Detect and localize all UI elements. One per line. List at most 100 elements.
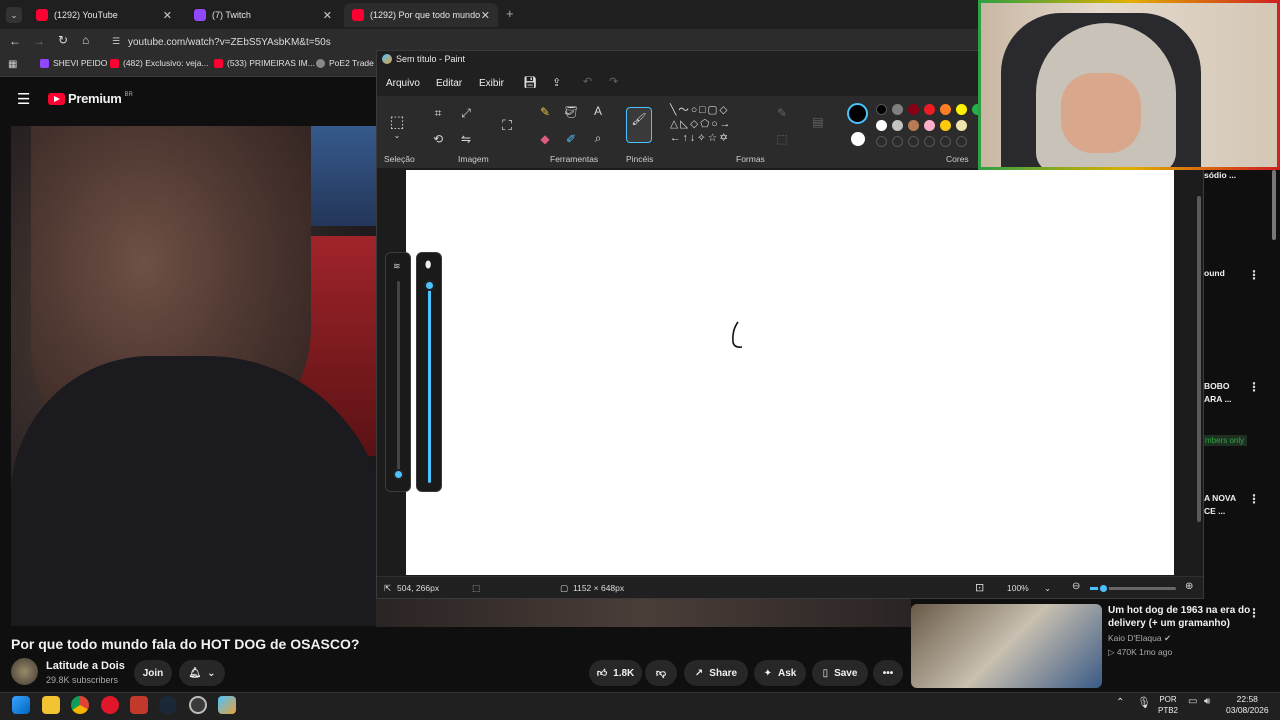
fit-to-window-icon[interactable]: ⊡ <box>975 581 984 594</box>
opacity-slider-thumb[interactable] <box>393 469 404 480</box>
color-swatch-empty[interactable] <box>940 136 951 147</box>
color-swatch-pink[interactable] <box>924 120 935 131</box>
color-swatch-light-yellow[interactable] <box>956 120 967 131</box>
dislike-button[interactable]: 👎︎ <box>645 660 677 686</box>
menu-arquivo[interactable]: Arquivo <box>386 78 420 89</box>
brushes-button[interactable]: 🖌︎ <box>626 107 652 143</box>
color-picker-icon[interactable]: ✐ <box>563 132 579 146</box>
zoom-slider-thumb[interactable] <box>1098 583 1109 594</box>
fill-icon[interactable]: 🪣︎ <box>563 105 579 119</box>
rotate-icon[interactable]: ⟲ <box>430 132 446 146</box>
windows-start-icon[interactable] <box>12 696 30 714</box>
forward-icon[interactable]: → <box>33 34 45 48</box>
more-actions-button[interactable]: ••• <box>873 660 903 686</box>
apps-grid-icon[interactable]: ▦ <box>8 59 17 70</box>
site-info-icon[interactable]: ☰ <box>112 36 120 47</box>
url-field[interactable]: ☰ youtube.com/watch?v=ZEbS5YAsbKM&t=50s <box>108 31 378 53</box>
steam-icon[interactable] <box>159 696 177 714</box>
bookmark-3[interactable]: (533) PRIMEIRAS IM... <box>214 58 315 68</box>
related-video-thumbnail[interactable] <box>911 604 1102 688</box>
color-swatch-orange[interactable] <box>940 104 951 115</box>
tab-twitch[interactable]: (7) Twitch ✕ <box>186 3 340 27</box>
shapes-gallery[interactable]: ╲〜○□▢◇ △◺◇⬠○→ ←↑↓✧☆✡ <box>670 103 762 153</box>
tab-list-chevron-icon[interactable]: ⌄ <box>6 7 22 23</box>
sidebar-video-title[interactable]: ARA ... <box>1204 394 1232 404</box>
youtube-premium-logo[interactable]: Premium BR <box>48 91 133 106</box>
menu-icon[interactable]: ☰ <box>17 90 30 108</box>
tab-current-video[interactable]: (1292) Por que todo mundo fal ✕ <box>344 3 498 27</box>
resize-icon[interactable]: ⤢ <box>458 106 474 121</box>
color-swatch-light-gray[interactable] <box>892 120 903 131</box>
color-swatch-gold[interactable] <box>940 120 951 131</box>
brush-size-slider[interactable]: ⬮ <box>416 252 442 492</box>
outline-icon[interactable]: ✎ <box>774 106 790 120</box>
sidebar-more-icon[interactable]: ⋮ <box>1248 492 1260 506</box>
canvas-scrollbar[interactable] <box>1197 196 1201 522</box>
color-swatch-empty[interactable] <box>956 136 967 147</box>
like-button[interactable]: 👍︎ 1.8K <box>589 660 642 686</box>
volume-icon[interactable]: 🔊︎ <box>1204 696 1210 707</box>
system-clock[interactable]: 22:58 03/08/2026 <box>1226 694 1269 716</box>
zoom-level[interactable]: 100% <box>1007 583 1029 593</box>
close-icon[interactable]: ✕ <box>323 9 332 22</box>
primary-color[interactable] <box>847 103 868 124</box>
reload-icon[interactable]: ↻ <box>58 33 68 47</box>
bookmark-2[interactable]: (482) Exclusivo: veja... <box>110 58 209 68</box>
undo-icon[interactable]: ↶ <box>583 75 592 88</box>
color-swatch-empty[interactable] <box>892 136 903 147</box>
bookmark-4[interactable]: PoE2 Trade - <box>316 58 379 68</box>
new-tab-button[interactable]: + <box>506 6 514 21</box>
ask-button[interactable]: ✦ Ask <box>754 660 806 686</box>
sidebar-more-icon[interactable]: ⋮ <box>1248 380 1260 394</box>
channel-avatar[interactable] <box>11 658 38 685</box>
sidebar-video-title[interactable]: sódio ... <box>1204 170 1236 180</box>
chrome-icon[interactable] <box>71 696 89 714</box>
share-button[interactable]: ↗ Share <box>684 660 748 686</box>
file-explorer-icon[interactable] <box>42 696 60 714</box>
color-swatch-empty[interactable] <box>876 136 887 147</box>
drawing-canvas[interactable] <box>406 170 1174 575</box>
chevron-up-icon[interactable]: ⌃ <box>1116 697 1124 708</box>
app-icon[interactable] <box>130 696 148 714</box>
flip-icon[interactable]: ⇋ <box>458 132 474 146</box>
language-indicator[interactable]: POR PTB2 <box>1158 694 1178 716</box>
text-icon[interactable]: A <box>590 104 606 118</box>
paint-taskbar-icon[interactable] <box>218 696 236 714</box>
layers-icon[interactable]: ▤ <box>810 115 826 129</box>
color-swatch-empty[interactable] <box>924 136 935 147</box>
sidebar-video-title[interactable]: ound <box>1204 268 1225 278</box>
color-swatch-white[interactable] <box>876 120 887 131</box>
close-icon[interactable]: ✕ <box>163 9 172 22</box>
brush-opacity-slider[interactable]: ≋ <box>385 252 411 492</box>
color-swatch-red[interactable] <box>924 104 935 115</box>
tab-youtube[interactable]: (1292) YouTube ✕ <box>28 3 180 27</box>
chevron-down-icon[interactable]: ⌄ <box>389 131 405 140</box>
back-icon[interactable]: ← <box>9 34 21 48</box>
menu-exibir[interactable]: Exibir <box>479 78 504 89</box>
fill-style-icon[interactable]: ⬚ <box>774 132 790 146</box>
zoom-slider[interactable] <box>1090 583 1176 594</box>
subscribed-bell-button[interactable]: 🔔︎ ⌄ <box>179 660 225 686</box>
sidebar-video-title[interactable]: A NOVA <box>1204 493 1236 503</box>
image-generator-icon[interactable]: ⛶ <box>499 117 515 134</box>
microphone-icon[interactable]: 🎙︎ <box>1137 696 1151 709</box>
color-swatch-black[interactable] <box>876 104 887 115</box>
crop-icon[interactable]: ⌗ <box>430 106 446 121</box>
zoom-out-icon[interactable]: ⊖ <box>1072 581 1080 592</box>
color-swatch-dark-red[interactable] <box>908 104 919 115</box>
network-icon[interactable]: ▭ <box>1188 696 1197 707</box>
save-icon[interactable]: 💾︎ <box>523 76 537 89</box>
page-scrollbar[interactable] <box>1272 170 1276 240</box>
zoom-in-icon[interactable]: ⊕ <box>1185 581 1193 592</box>
menu-editar[interactable]: Editar <box>436 78 462 89</box>
pencil-icon[interactable]: ✎ <box>537 105 553 119</box>
select-rectangle-icon[interactable]: ⬚ <box>389 112 405 132</box>
bookmark-1[interactable]: SHEVI PEIDO <box>40 58 107 68</box>
obs-icon[interactable] <box>189 696 207 714</box>
color-swatch-empty[interactable] <box>908 136 919 147</box>
video-player[interactable] <box>11 126 387 626</box>
sidebar-more-icon[interactable]: ⋮ <box>1248 268 1260 282</box>
share-icon[interactable]: ⇪ <box>552 76 561 89</box>
magnifier-icon[interactable]: ⌕ <box>590 131 606 146</box>
opera-icon[interactable] <box>101 696 119 714</box>
